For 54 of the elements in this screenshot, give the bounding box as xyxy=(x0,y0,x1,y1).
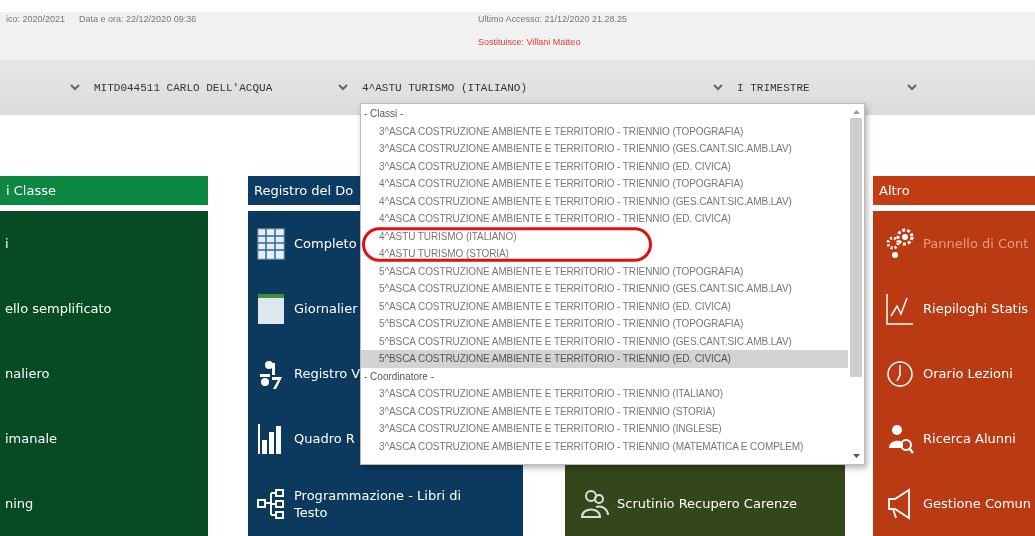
option-item[interactable]: 5^ASCA COSTRUZIONE AMBIENTE E TERRITORIO - TRIENNIO (ED. CIVICA) xyxy=(361,297,848,315)
chevron-down-icon xyxy=(907,84,917,91)
chevron-down-icon xyxy=(338,84,348,91)
menu-link[interactable]: Scrutinio Recupero Carenze xyxy=(617,495,798,512)
select-field[interactable]: I TRIMESTRE xyxy=(707,74,901,101)
option-item[interactable]: 4^ASTU TURISMO (ITALIANO) xyxy=(361,227,848,245)
menu-link[interactable]: imanale xyxy=(5,430,58,447)
scrollbar-thumb[interactable] xyxy=(850,118,862,377)
gears-icon[interactable] xyxy=(885,226,915,261)
chevron-down-icon xyxy=(713,84,723,91)
option-item[interactable]: 3^ASCA COSTRUZIONE AMBIENTE E TERRITORIO - TRIENNIO (GES.CANT.SIC.AMB.LAV) xyxy=(361,140,848,158)
group-label: - Classi - xyxy=(363,107,405,121)
menu-link[interactable]: Quadro R xyxy=(294,430,355,447)
page-icon[interactable] xyxy=(256,291,286,326)
line-chart-icon[interactable] xyxy=(885,291,915,326)
school-year: ico: 2020/2021 xyxy=(6,14,66,24)
select-field[interactable]: MITD044511 CARLO DELL'ACQUA xyxy=(64,74,332,101)
scroll-up-icon[interactable] xyxy=(852,110,860,114)
scroll-down-icon[interactable] xyxy=(852,454,860,458)
option-item[interactable]: 5^BSCA COSTRUZIONE AMBIENTE E TERRITORIO - TRIENNIO (GES.CANT.SIC.AMB.LAV) xyxy=(361,332,848,350)
group-label: - Coordinatore - xyxy=(363,369,436,384)
option-item[interactable]: 3^ASCA COSTRUZIONE AMBIENTE E TERRITORIO - TRIENNIO (MATEMATICA E COMPLEM) xyxy=(361,437,848,455)
section-header: Altro xyxy=(873,176,1035,205)
option-item[interactable]: 5^BSCA COSTRUZIONE AMBIENTE E TERRITORIO - TRIENNIO (ED. CIVICA) xyxy=(361,350,848,368)
menu-link[interactable]: Orario Lezioni xyxy=(923,365,1013,382)
option-item[interactable]: 5^BSCA COSTRUZIONE AMBIENTE E TERRITORIO - TRIENNIO (TOPOGRAFIA) xyxy=(361,315,848,333)
last-access: Ultimo Accesso: 21/12/2020 21.28.25 xyxy=(478,14,628,24)
menu-link[interactable]: ning xyxy=(5,495,34,512)
option-item[interactable]: 3^ASCA COSTRUZIONE AMBIENTE E TERRITORIO - TRIENNIO (TOPOGRAFIA) xyxy=(361,122,848,140)
menu-link[interactable]: naliero xyxy=(5,365,50,382)
sitemap-icon[interactable] xyxy=(256,486,286,521)
menu-link[interactable]: Gestione Comun xyxy=(923,495,1032,512)
menu-link[interactable]: Riepiloghi Statis xyxy=(923,300,1029,317)
option-item[interactable]: 3^ASCA COSTRUZIONE AMBIENTE E TERRITORIO - TRIENNIO (STORIA) xyxy=(361,402,848,420)
option-item[interactable]: 4^ASCA COSTRUZIONE AMBIENTE E TERRITORIO - TRIENNIO (ED. CIVICA) xyxy=(361,210,848,228)
menu-link[interactable]: Giornalier xyxy=(294,300,358,317)
menu-link[interactable]: i xyxy=(5,235,9,252)
select-field[interactable]: 4^ASTU TURISMO (ITALIANO) xyxy=(332,74,707,101)
table-icon[interactable] xyxy=(256,226,286,261)
substitute-name: Sostituisce: Villani Matteo xyxy=(478,37,582,47)
option-item[interactable]: 3^ASCA COSTRUZIONE AMBIENTE E TERRITORIO - TRIENNIO (ITALIANO) xyxy=(361,385,848,403)
menu-link[interactable]: Completo xyxy=(294,235,357,252)
option-item[interactable]: 3^ASCA COSTRUZIONE AMBIENTE E TERRITORIO - TRIENNIO (ED. CIVICA) xyxy=(361,157,848,175)
option-item[interactable]: 5^ASCA COSTRUZIONE AMBIENTE E TERRITORIO - TRIENNIO (TOPOGRAFIA) xyxy=(361,262,848,280)
chevron-down-icon xyxy=(70,84,80,91)
option-item[interactable]: 3^ASCA COSTRUZIONE AMBIENTE E TERRITORIO - TRIENNIO (INGLESE) xyxy=(361,420,848,438)
section-header: i Classe xyxy=(0,176,208,205)
date-time: Data e ora: 22/12/2020 09:36 xyxy=(79,14,197,24)
menu-link[interactable]: Registro V xyxy=(294,365,361,382)
menu-link[interactable]: Ricerca Alunni xyxy=(923,430,1016,447)
option-item[interactable]: 4^ASTU TURISMO (STORIA) xyxy=(361,245,848,263)
menu-link[interactable]: Programmazione - Libri di Testo xyxy=(294,486,494,521)
menu-link[interactable]: ello semplificato xyxy=(5,300,112,317)
option-item[interactable]: 5^ASCA COSTRUZIONE AMBIENTE E TERRITORIO - TRIENNIO (GES.CANT.SIC.AMB.LAV) xyxy=(361,280,848,298)
